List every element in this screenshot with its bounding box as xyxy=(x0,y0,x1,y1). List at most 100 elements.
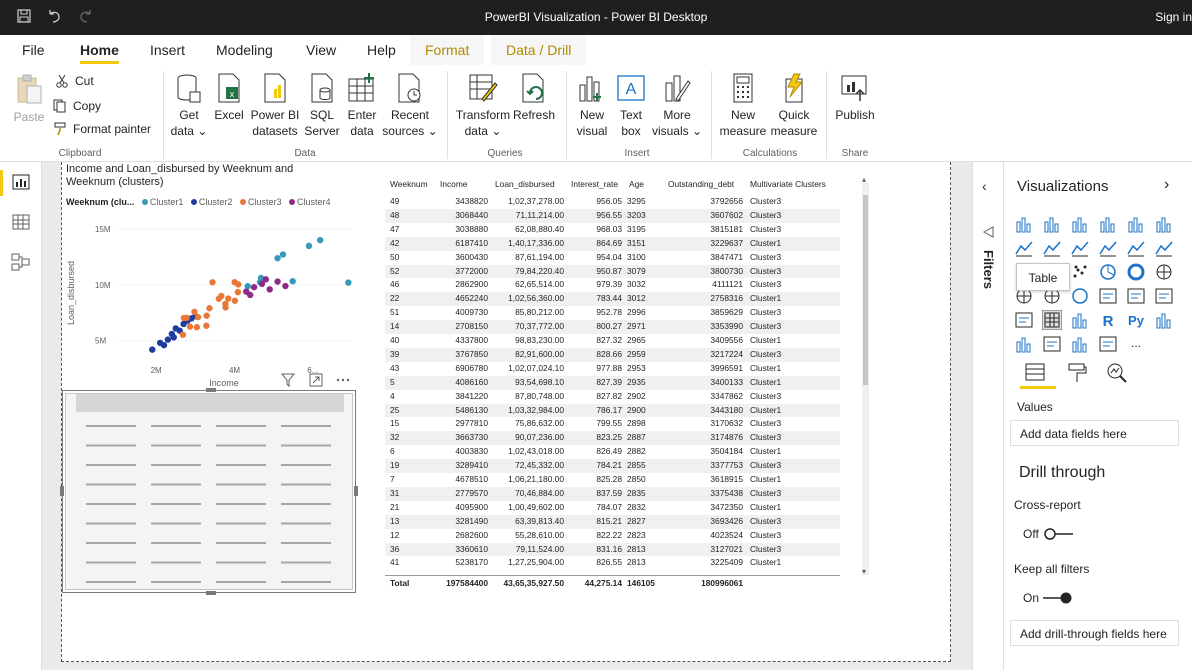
column-header[interactable]: Outstanding_debt xyxy=(668,175,734,193)
table-row[interactable]: 12 2682600 55,28,610.00 822.22 2823 4023524 Cl… xyxy=(385,529,840,543)
scroll-up-icon[interactable]: ▴ xyxy=(862,175,866,184)
card-icon[interactable] xyxy=(1098,286,1118,306)
sign-in-link[interactable]: Sign in xyxy=(1155,10,1192,24)
smart-narrative-icon[interactable] xyxy=(1070,334,1090,354)
multirow-card-icon[interactable] xyxy=(1126,286,1146,306)
scroll-down-icon[interactable]: ▾ xyxy=(862,567,866,576)
transform-data-button[interactable]: Transform data ⌄ xyxy=(454,73,512,139)
values-drop-zone[interactable]: Add data fields here xyxy=(1010,420,1179,446)
enter-data-button[interactable]: Enter data xyxy=(344,73,380,139)
more-visuals-button[interactable]: More visuals ⌄ xyxy=(651,73,703,139)
table-row[interactable]: 13 3281490 63,39,813.40 815.21 2827 3693426 Cl… xyxy=(385,514,840,529)
line-column-icon[interactable] xyxy=(1098,238,1118,258)
100-column-icon[interactable] xyxy=(1154,214,1174,234)
recent-sources-button[interactable]: Recent sources ⌄ xyxy=(382,73,438,139)
kpi-icon[interactable] xyxy=(1154,286,1174,306)
scatter-point-cluster3[interactable] xyxy=(235,281,242,288)
data-table-visual[interactable]: Weeknum Income Loan_disbursed Interest_rate… xyxy=(385,175,870,590)
tab-modeling[interactable]: Modeling xyxy=(216,42,273,58)
table-row[interactable]: 15 2977810 75,86,632.00 799.55 2898 3170632 Cl… xyxy=(385,417,840,431)
scatter-point-cluster2[interactable] xyxy=(160,341,168,349)
scatter-point-cluster3[interactable] xyxy=(209,279,216,286)
scatter-point-cluster3[interactable] xyxy=(231,297,239,304)
table-row[interactable]: 40 4337800 98,83,230.00 827.32 2965 3409556 Cl… xyxy=(385,334,840,348)
scatter-icon[interactable] xyxy=(1070,262,1090,282)
table-row[interactable]: 36 3360610 79,11,524.00 831.16 2813 3127021 Cl… xyxy=(385,542,840,557)
cut-button[interactable]: Cut xyxy=(55,74,94,88)
scatter-point-cluster4[interactable] xyxy=(274,278,281,285)
scatter-point-cluster3[interactable] xyxy=(222,300,229,308)
table-scrollbar-thumb[interactable] xyxy=(863,195,868,385)
scatter-point-cluster3[interactable] xyxy=(203,312,210,319)
scatter-point-cluster3[interactable] xyxy=(193,324,201,331)
report-view-icon[interactable] xyxy=(11,172,31,192)
table-row[interactable]: 21 4095900 1,00,49,602.00 784.07 2832 3472350… xyxy=(385,501,840,515)
paste-button[interactable]: Paste xyxy=(12,73,46,125)
cross-report-toggle[interactable] xyxy=(1043,527,1075,541)
data-view-icon[interactable] xyxy=(11,212,31,232)
slicer-icon[interactable] xyxy=(1014,310,1034,330)
scatter-point-cluster1[interactable] xyxy=(316,236,324,244)
chevron-left-icon[interactable]: ‹ xyxy=(982,178,987,194)
analytics-magnifier-icon[interactable] xyxy=(1106,362,1128,384)
table-row[interactable]: 49 3438820 1,02,37,278.00 956.05 3295 3792656… xyxy=(385,195,840,209)
scatter-point-cluster3[interactable] xyxy=(183,314,190,322)
r-visual-icon[interactable]: R xyxy=(1098,310,1118,330)
column-header[interactable]: Weeknum xyxy=(390,175,428,193)
resize-handle[interactable] xyxy=(60,486,64,496)
column-header[interactable]: Interest_rate xyxy=(571,175,618,193)
scatter-point-cluster1[interactable] xyxy=(244,283,251,290)
stacked-bar-icon[interactable] xyxy=(1014,214,1034,234)
scatter-point-cluster4[interactable] xyxy=(262,276,270,283)
filter-icon[interactable] xyxy=(280,373,296,388)
resize-handle[interactable] xyxy=(354,486,358,496)
stacked-column-icon[interactable] xyxy=(1042,214,1062,234)
column-header[interactable]: Income xyxy=(440,175,467,193)
paginated-icon[interactable] xyxy=(1098,334,1118,354)
table-row[interactable]: 7 4678510 1,06,21,180.00 825.28 2850 3618915 C… xyxy=(385,473,840,487)
table-icon[interactable] xyxy=(1042,310,1062,330)
scatter-point-cluster3[interactable] xyxy=(203,322,210,329)
pie-icon[interactable] xyxy=(1098,262,1118,282)
donut-icon[interactable] xyxy=(1126,262,1146,282)
clustered-bar-icon[interactable] xyxy=(1070,214,1090,234)
table-row[interactable]: 46 2862900 62,65,514.00 979.39 3032 4111121 Cl… xyxy=(385,278,840,292)
focus-mode-icon[interactable] xyxy=(309,373,323,387)
column-header[interactable]: Multivariate Clusters xyxy=(750,175,826,193)
new-visual-button[interactable]: New visual xyxy=(572,73,612,139)
keep-all-filters-toggle[interactable] xyxy=(1041,591,1073,605)
clustered-column-icon[interactable] xyxy=(1098,214,1118,234)
table-row[interactable]: 14 2708150 70,37,772.00 800.27 2971 3353990 Cl… xyxy=(385,320,840,334)
filters-pane-collapsed[interactable]: ‹ Filters xyxy=(972,162,1004,670)
table-row[interactable]: 52 3772000 79,84,220.40 950.87 3079 3800730 Cl… xyxy=(385,264,840,279)
fields-tab[interactable] xyxy=(1020,362,1056,389)
scatter-point-cluster3[interactable] xyxy=(218,292,225,300)
tab-file[interactable]: File xyxy=(22,42,45,58)
get-data-button[interactable]: Get data ⌄ xyxy=(168,73,210,139)
100-bar-icon[interactable] xyxy=(1126,214,1146,234)
scatter-point-cluster4[interactable] xyxy=(250,283,258,291)
scatter-point-cluster3[interactable] xyxy=(234,288,242,296)
table-row[interactable]: 51 4009730 85,80,212.00 952.78 2996 3859629 Cl… xyxy=(385,306,840,320)
table-visual-placeholder[interactable] xyxy=(60,388,358,595)
table-row[interactable]: 47 3038880 62,08,880.40 968.03 3195 3815181 Cl… xyxy=(385,223,840,237)
table-row[interactable]: 19 3289410 72,45,332.00 784.21 2855 3377753 Cl… xyxy=(385,459,840,473)
new-measure-button[interactable]: New measure xyxy=(718,73,768,139)
stacked-area-icon[interactable] xyxy=(1070,238,1090,258)
table-row[interactable]: 5 4086160 93,54,698.10 827.39 2935 3400133 Clu… xyxy=(385,375,840,390)
tab-help[interactable]: Help xyxy=(367,42,396,58)
column-header[interactable]: Age xyxy=(629,175,644,193)
scatter-point-cluster3[interactable] xyxy=(191,308,198,316)
table-row[interactable]: 42 6187410 1,40,17,336.00 864.69 3151 3229637… xyxy=(385,236,840,251)
scatter-point-cluster1[interactable] xyxy=(279,251,287,258)
drill-through-drop-zone[interactable]: Add drill-through fields here xyxy=(1010,620,1179,646)
model-view-icon[interactable] xyxy=(11,252,31,272)
scatter-point-cluster1[interactable] xyxy=(345,279,352,286)
table-row[interactable]: 22 4652240 1,02,56,360.00 783.44 3012 2758316… xyxy=(385,292,840,307)
table-row[interactable]: 4 3841220 87,80,748.00 827.82 2902 3347862 Clu… xyxy=(385,390,840,404)
more-options-icon[interactable] xyxy=(336,378,350,382)
scatter-point-cluster3[interactable] xyxy=(225,295,232,302)
scatter-point-cluster1[interactable] xyxy=(274,254,281,262)
format-paint-roller-icon[interactable] xyxy=(1066,362,1088,384)
table-row[interactable]: 50 3600430 87,61,194.00 954.04 3100 3847471 Cl… xyxy=(385,251,840,265)
